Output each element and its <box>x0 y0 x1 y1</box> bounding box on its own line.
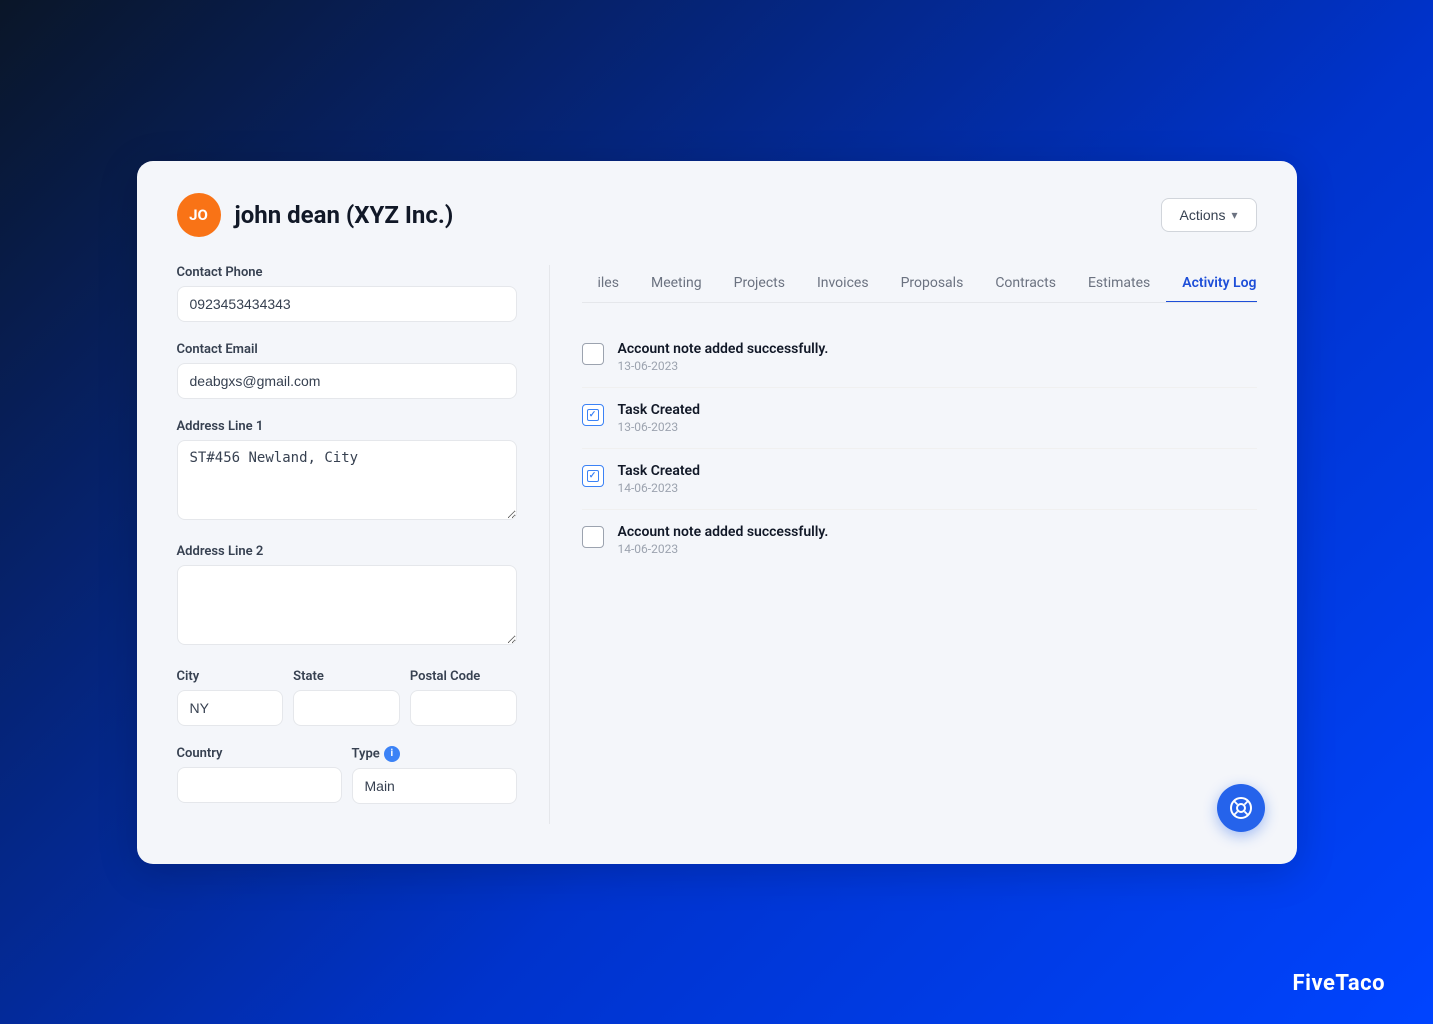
left-column: Contact Phone Contact Email Address Line… <box>177 265 517 824</box>
country-type-row: Country Typei <box>177 746 517 824</box>
avatar: JO <box>177 193 221 237</box>
activity-date: 14-06-2023 <box>618 542 829 556</box>
life-ring-icon <box>1229 796 1253 820</box>
card-body: Contact Phone Contact Email Address Line… <box>177 265 1257 824</box>
activity-date: 13-06-2023 <box>618 359 829 373</box>
activity-title: Account note added successfully. <box>618 341 829 357</box>
city-input[interactable] <box>177 690 284 726</box>
type-info-icon: i <box>384 746 400 762</box>
tab-contracts[interactable]: Contracts <box>979 265 1072 303</box>
activity-item: Task Created 13-06-2023 <box>582 388 1257 449</box>
activity-date: 13-06-2023 <box>618 420 700 434</box>
activity-date: 14-06-2023 <box>618 481 700 495</box>
tabs-container: ilesMeetingProjectsInvoicesProposalsCont… <box>582 265 1257 303</box>
city-label: City <box>177 669 284 684</box>
address-line1-input[interactable]: ST#456 Newland, City <box>177 440 517 520</box>
activity-title: Account note added successfully. <box>618 524 829 540</box>
actions-button[interactable]: Actions <box>1161 198 1257 232</box>
tab-iles[interactable]: iles <box>582 265 635 303</box>
vertical-divider <box>549 265 550 824</box>
postal-code-input[interactable] <box>410 690 517 726</box>
tab-projects[interactable]: Projects <box>718 265 801 303</box>
type-input[interactable] <box>352 768 517 804</box>
contact-email-group: Contact Email <box>177 342 517 399</box>
address-line2-label: Address Line 2 <box>177 544 517 559</box>
country-input[interactable] <box>177 767 342 803</box>
note-icon <box>582 343 604 365</box>
task-icon <box>582 404 604 426</box>
city-state-postal-row: City State Postal Code <box>177 669 517 746</box>
support-button[interactable] <box>1217 784 1265 832</box>
right-column: ilesMeetingProjectsInvoicesProposalsCont… <box>582 265 1257 824</box>
activity-content: Task Created 14-06-2023 <box>618 463 700 495</box>
activity-list: Account note added successfully. 13-06-20… <box>582 327 1257 570</box>
main-card: JO john dean (XYZ Inc.) Actions Contact … <box>137 161 1297 864</box>
header-left: JO john dean (XYZ Inc.) <box>177 193 454 237</box>
tab-activity-log[interactable]: Activity Log <box>1166 265 1256 303</box>
activity-item: Account note added successfully. 14-06-20… <box>582 510 1257 570</box>
branding-label: FiveTaco <box>1293 971 1385 996</box>
tab-estimates[interactable]: Estimates <box>1072 265 1166 303</box>
activity-title: Task Created <box>618 402 700 418</box>
contact-phone-label: Contact Phone <box>177 265 517 280</box>
contact-phone-group: Contact Phone <box>177 265 517 322</box>
tab-proposals[interactable]: Proposals <box>885 265 980 303</box>
state-input[interactable] <box>293 690 400 726</box>
type-label: Typei <box>352 746 517 762</box>
activity-title: Task Created <box>618 463 700 479</box>
activity-content: Account note added successfully. 13-06-20… <box>618 341 829 373</box>
tab-invoices[interactable]: Invoices <box>801 265 885 303</box>
address-line1-label: Address Line 1 <box>177 419 517 434</box>
note-icon <box>582 526 604 548</box>
contact-email-input[interactable] <box>177 363 517 399</box>
activity-item: Account note added successfully. 13-06-20… <box>582 327 1257 388</box>
country-group: Country <box>177 746 342 804</box>
state-group: State <box>293 669 400 726</box>
address-line2-group: Address Line 2 <box>177 544 517 649</box>
postal-code-label: Postal Code <box>410 669 517 684</box>
country-label: Country <box>177 746 342 761</box>
activity-content: Account note added successfully. 14-06-20… <box>618 524 829 556</box>
city-group: City <box>177 669 284 726</box>
state-label: State <box>293 669 400 684</box>
postal-code-group: Postal Code <box>410 669 517 726</box>
address-line1-group: Address Line 1 ST#456 Newland, City <box>177 419 517 524</box>
contact-email-label: Contact Email <box>177 342 517 357</box>
tab-meeting[interactable]: Meeting <box>635 265 718 303</box>
contact-phone-input[interactable] <box>177 286 517 322</box>
activity-content: Task Created 13-06-2023 <box>618 402 700 434</box>
contact-name: john dean (XYZ Inc.) <box>235 201 454 229</box>
type-group: Typei <box>352 746 517 804</box>
task-icon <box>582 465 604 487</box>
address-line2-input[interactable] <box>177 565 517 645</box>
card-header: JO john dean (XYZ Inc.) Actions <box>177 193 1257 237</box>
activity-item: Task Created 14-06-2023 <box>582 449 1257 510</box>
